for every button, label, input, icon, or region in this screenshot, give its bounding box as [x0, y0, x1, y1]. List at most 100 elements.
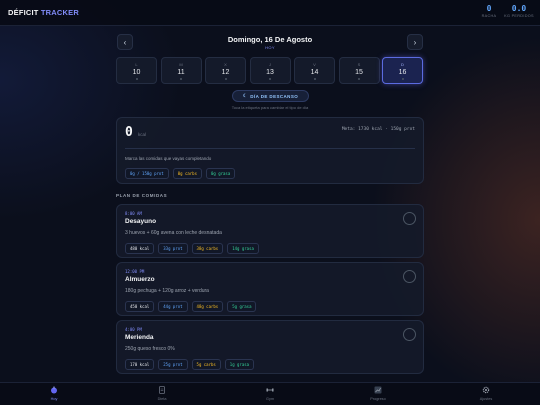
meal-description: 180g pechuga + 120g arroz + verdura — [125, 288, 209, 294]
day-13[interactable]: J 13 — [249, 57, 291, 84]
meal-card-desayuno[interactable]: 8:00 AM Desayuno 3 huevos + 60g avena co… — [116, 204, 424, 258]
meal-time: 8:00 AM — [125, 211, 142, 216]
day-11[interactable]: M 11 — [160, 57, 202, 84]
week-day-strip: L 10 M 11 X 12 J 13 V 14 S 15 D 16 — [116, 57, 424, 84]
day-dot — [313, 78, 316, 80]
macro-chips: 0g / 150g prot 0g carbs 0g grasa — [125, 168, 236, 179]
brand-accent: TRACKER — [40, 8, 79, 17]
day-number: 15 — [355, 69, 363, 76]
dumbbell-icon — [266, 388, 274, 392]
calories-consumed: 0 — [125, 125, 133, 140]
tab-label: Dieta — [157, 397, 167, 401]
tab-label: Gym — [265, 397, 274, 401]
day-15[interactable]: S 15 — [338, 57, 380, 84]
meal-description: 250g queso fresco 0% — [125, 346, 175, 352]
streak-label: RACHA — [481, 14, 497, 18]
streak-value: 0 — [486, 4, 492, 13]
gear-icon — [482, 386, 490, 394]
meal-plan-title: PLAN DE COMIDAS — [116, 193, 168, 198]
meal-complete-checkbox[interactable] — [403, 328, 416, 341]
tab-label: Ajustes — [479, 397, 493, 401]
rest-day-toggle[interactable]: ☾ DÍA DE DESCANSO — [232, 90, 309, 102]
tab-progreso[interactable]: Progreso — [348, 386, 408, 401]
chart-icon — [374, 386, 382, 394]
kcal-chip: 480 kcal — [125, 243, 155, 254]
day-number: 13 — [266, 69, 274, 76]
carbs-chip: 0g carbs — [172, 168, 202, 179]
day-letter: L — [135, 62, 138, 67]
bottom-nav: Hoy Dieta Gym Progreso Ajustes — [0, 382, 540, 405]
day-letter: J — [269, 62, 271, 67]
meal-macros: 450 kcal 44g prot 48g carbs 5g grasa — [125, 301, 257, 312]
kg-lost-value: 0.0 — [511, 4, 527, 13]
day-letter: X — [224, 62, 227, 67]
day-14[interactable]: V 14 — [294, 57, 335, 84]
daily-summary-card: 0 kcal Meta: 1730 kcal · 150g prot Marca… — [116, 117, 424, 184]
meal-macros: 480 kcal 33g prot 38g carbs 14g grasa — [125, 243, 259, 254]
meal-name: Desayuno — [125, 218, 157, 225]
day-16[interactable]: D 16 — [382, 57, 423, 84]
tab-gym[interactable]: Gym — [240, 386, 300, 401]
meal-time: 4:00 PM — [125, 327, 142, 332]
day-number: 11 — [177, 69, 185, 76]
summary-hint: Marca las comidas que vayas completando — [125, 156, 212, 161]
tab-hoy[interactable]: Hoy — [24, 386, 84, 401]
meal-complete-checkbox[interactable] — [403, 270, 416, 283]
tab-label: Hoy — [50, 397, 58, 401]
day-dot — [358, 78, 360, 80]
chevron-left-icon: ‹ — [123, 37, 127, 47]
day-dot — [224, 78, 227, 80]
kg-lost-label: KG PERDIDOS — [504, 14, 534, 18]
meal-card-merienda[interactable]: 4:00 PM Merienda 250g queso fresco 0% 17… — [116, 320, 424, 374]
prev-day-button[interactable]: ‹ — [117, 34, 133, 50]
day-letter: V — [313, 62, 316, 67]
divider — [125, 148, 415, 149]
protein-chip: 33g prot — [158, 243, 188, 254]
fat-chip: 0g grasa — [205, 168, 236, 179]
day-12[interactable]: X 12 — [205, 57, 246, 84]
app-logo: DÉFICIT TRACKER — [8, 8, 79, 17]
meal-name: Merienda — [125, 334, 154, 341]
fat-chip: 1g grasa — [224, 359, 255, 370]
meal-card-almuerzo[interactable]: 12:00 PM Almuerzo 180g pechuga + 120g ar… — [116, 262, 424, 316]
tab-dieta[interactable]: Dieta — [132, 386, 192, 401]
kg-lost-stat: 0.0 KG PERDIDOS — [502, 4, 536, 18]
kcal-chip: 450 kcal — [125, 301, 155, 312]
fat-chip: 14g grasa — [227, 243, 259, 254]
day-dot — [269, 78, 271, 80]
carbs-chip: 38g carbs — [191, 243, 224, 254]
day-dot — [180, 78, 182, 80]
date-subtitle: HOY — [265, 45, 275, 50]
calories-unit: kcal — [138, 132, 147, 137]
rest-day-hint: Toca la etiqueta para cambiar el tipo de… — [231, 105, 309, 110]
food-icon — [51, 386, 57, 394]
brand-main: DÉFICIT — [8, 8, 39, 17]
chevron-right-icon: › — [413, 37, 417, 47]
day-dot — [401, 78, 404, 80]
day-letter: D — [401, 62, 404, 67]
meal-macros: 170 kcal 25g prot 5g carbs 1g grasa — [125, 359, 255, 370]
tab-label: Progreso — [370, 397, 386, 401]
document-icon — [159, 386, 165, 394]
meal-description: 3 huevos + 60g avena con leche desnatada — [125, 230, 222, 236]
next-day-button[interactable]: › — [407, 34, 423, 50]
day-number: 14 — [310, 69, 319, 76]
meal-complete-checkbox[interactable] — [403, 212, 416, 225]
meal-time: 12:00 PM — [125, 269, 145, 274]
date-title: Domingo, 16 De Agosto — [227, 35, 313, 44]
day-letter: M — [179, 62, 183, 67]
daily-goal: Meta: 1730 kcal · 150g prot — [341, 127, 415, 132]
day-10[interactable]: L 10 — [116, 57, 157, 84]
top-bar: DÉFICIT TRACKER 0 RACHA 0.0 KG PERDIDOS — [0, 0, 540, 26]
fat-chip: 5g grasa — [227, 301, 257, 312]
protein-chip: 25g prot — [158, 359, 188, 370]
protein-chip: 44g prot — [158, 301, 188, 312]
streak-stat: 0 RACHA — [478, 4, 500, 18]
day-dot — [135, 78, 138, 80]
carbs-chip: 5g carbs — [191, 359, 221, 370]
protein-chip: 0g / 150g prot — [125, 168, 169, 179]
carbs-chip: 48g carbs — [191, 301, 224, 312]
tab-ajustes[interactable]: Ajustes — [456, 386, 516, 401]
day-number: 10 — [132, 69, 141, 76]
day-number: 12 — [221, 69, 230, 76]
